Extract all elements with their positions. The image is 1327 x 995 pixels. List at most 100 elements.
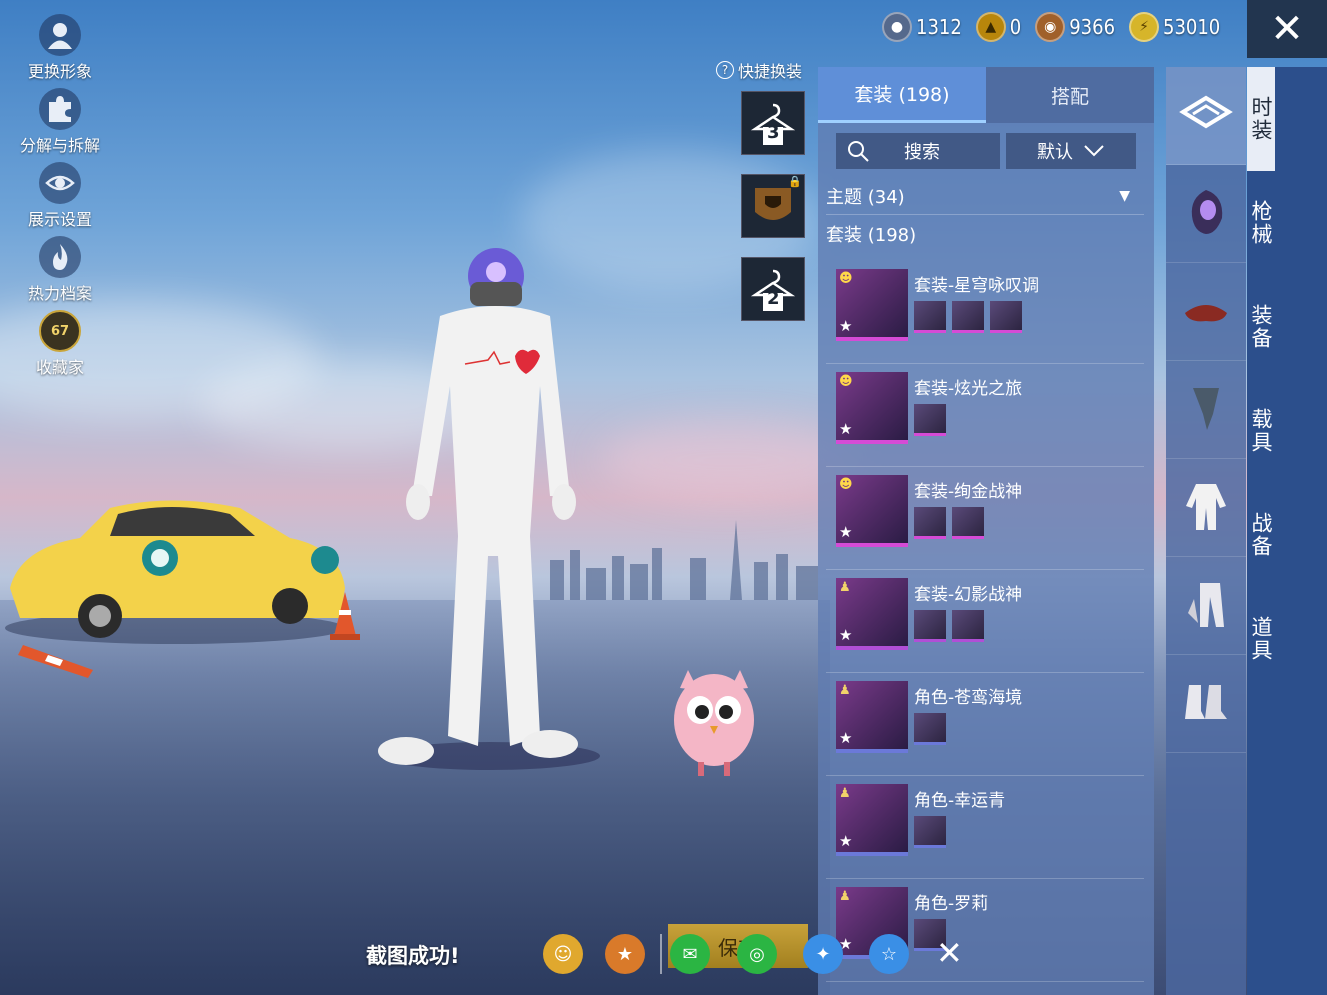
qzone-icon: ☆ [880,943,898,965]
currency-item[interactable]: ⚡ 53010 [1129,12,1220,42]
outfit-title: 套装-星穹咏叹调 [914,276,1040,296]
outfit-preset-slot[interactable]: 🔒 [741,174,805,238]
main-nav: 时装 枪械 装备 载具 战备 道具 [1247,67,1327,995]
decompose-button[interactable]: 分解与拆解 [10,88,110,162]
outfit-list-item[interactable]: ☻ ★ 套装-星穹咏叹调 [826,261,1144,364]
currency-item[interactable]: ◉ 9366 [1035,12,1115,42]
outfit-title: 角色-幸运青 [914,791,1006,811]
tab-mix-match[interactable]: 搭配 [986,67,1154,123]
category-tab[interactable] [1166,655,1246,753]
share-button[interactable]: ✉ [670,934,710,974]
share-button[interactable]: ☆ [869,934,909,974]
close-icon: ✕ [1270,6,1304,52]
currency-item[interactable]: ● 1312 [882,12,962,42]
outfit-title: 套装-幻影战神 [914,585,1023,605]
collector-level: 67 [50,323,70,339]
triangle-down-icon: ▼ [1119,187,1130,204]
theme-filter[interactable]: 主题 (34) ▼ [826,177,1144,215]
display-settings-button[interactable]: 展示设置 [10,162,110,236]
outfit-thumbnail: ♟ ★ [836,681,908,753]
outfit-part-thumb[interactable] [914,507,946,539]
person-icon: ♟ [839,889,851,904]
bolt-coin-icon: ⚡ [1129,12,1160,42]
suit-icon [1184,480,1228,536]
sort-dropdown[interactable]: 默认 [1006,133,1136,169]
nav-tab[interactable]: 载具 [1247,379,1275,483]
outfit-title: 套装-绚金战神 [914,482,1023,502]
pet-companion [674,670,754,776]
outfit-thumbnail: ☻ ★ [836,269,908,341]
star-icon: ★ [839,729,853,747]
preset-number: 3 [767,122,780,143]
outfit-box-icon [1179,94,1233,138]
pants-icon [1184,579,1228,633]
nav-tab[interactable]: 道具 [1247,587,1275,691]
outfit-list-item[interactable]: ♟ ★ 套装-幻影战神 [826,570,1144,673]
flame-icon [39,236,81,278]
nav-tab[interactable]: 时装 [1247,67,1275,171]
nav-tab[interactable]: 战备 [1247,483,1275,587]
share-divider [660,934,662,974]
currency-item[interactable]: ▲ 0 [975,12,1021,42]
puzzle-icon [39,88,81,130]
quick-swap-help[interactable]: ? 快捷换装 [716,58,802,82]
category-tab[interactable] [1166,459,1246,557]
trophy-icon [755,188,791,220]
search-input[interactable]: 搜索 [836,133,1000,169]
panel-tabs: 套装 (198) 搭配 [818,67,1154,123]
outfit-list-panel: 套装 (198) 搭配 搜索 默认 主题 (34) ▼ 套装 (198) ☻ ★… [818,67,1154,995]
outfit-parts [914,507,984,539]
close-button[interactable]: ✕ [1247,0,1327,58]
moments-icon: ◎ [749,943,765,965]
tab-outfit-sets[interactable]: 套装 (198) [818,67,986,123]
lock-icon: 🔒 [788,175,802,188]
outfit-part-thumb[interactable] [952,301,984,333]
nav-tab[interactable]: 枪械 [1247,171,1275,275]
globe-coin-icon: ● [882,12,912,42]
smile-icon: ☻ [839,477,853,492]
category-tab[interactable] [1166,361,1246,459]
star-icon: ★ [839,523,853,541]
person-icon: ♟ [839,683,851,698]
outfit-part-thumb[interactable] [914,713,946,745]
share-button[interactable]: ★ [605,934,645,974]
outfit-part-thumb[interactable] [914,404,946,436]
heat-profile-button[interactable]: 热力档案 [10,236,110,310]
outfit-part-thumb[interactable] [990,301,1022,333]
nav-tab[interactable]: 装备 [1247,275,1275,379]
avatar-icon [39,14,81,56]
outfit-part-thumb[interactable] [952,610,984,642]
share-button[interactable]: ✦ [803,934,843,974]
outfit-parts [914,713,946,745]
traffic-cone [330,592,360,640]
change-avatar-button[interactable]: 更换形象 [10,14,110,88]
category-tab[interactable] [1166,263,1246,361]
outfit-list-item[interactable]: ☻ ★ 套装-炫光之旅 [826,364,1144,467]
outfit-part-thumb[interactable] [952,507,984,539]
outfit-list-item[interactable]: ☻ ★ 套装-绚金战神 [826,467,1144,570]
collector-button[interactable]: 67 收藏家 [10,310,110,384]
star-icon: ★ [839,317,853,335]
outfit-preset-slot[interactable]: 3 [741,91,805,155]
set-section-header: 套装 (198) [826,225,917,246]
outfit-title: 角色-苍鸾海境 [914,688,1023,708]
outfit-part-thumb[interactable] [914,610,946,642]
outfit-part-thumb[interactable] [914,816,946,848]
wechat-icon: ✉ [682,943,698,965]
close-share-icon[interactable]: ✕ [936,934,963,972]
outfit-list-item[interactable]: ♟ ★ 角色-苍鸾海境 [826,673,1144,776]
share-button[interactable]: ☺ [543,934,583,974]
category-tab[interactable] [1166,67,1246,165]
category-tab[interactable] [1166,165,1246,263]
category-tab[interactable] [1166,557,1246,655]
game-friends-icon: ☺ [553,943,573,965]
outfit-preset-slot[interactable]: 2 [741,257,805,321]
share-button[interactable]: ◎ [737,934,777,974]
menu-label: 展示设置 [27,210,92,229]
menu-label: 热力档案 [27,284,92,303]
bronze-coin-icon: ◉ [1035,12,1066,42]
currency-bar: ● 1312 ▲ 0 ◉ 9366 ⚡ 53010 [882,12,1220,42]
outfit-list: ☻ ★ 套装-星穹咏叹调 ☻ ★ 套装-炫光之旅 ☻ ★ 套装-绚金战神 ♟ ★… [826,261,1144,982]
outfit-part-thumb[interactable] [914,301,946,333]
outfit-list-item[interactable]: ♟ ★ 角色-幸运青 [826,776,1144,879]
